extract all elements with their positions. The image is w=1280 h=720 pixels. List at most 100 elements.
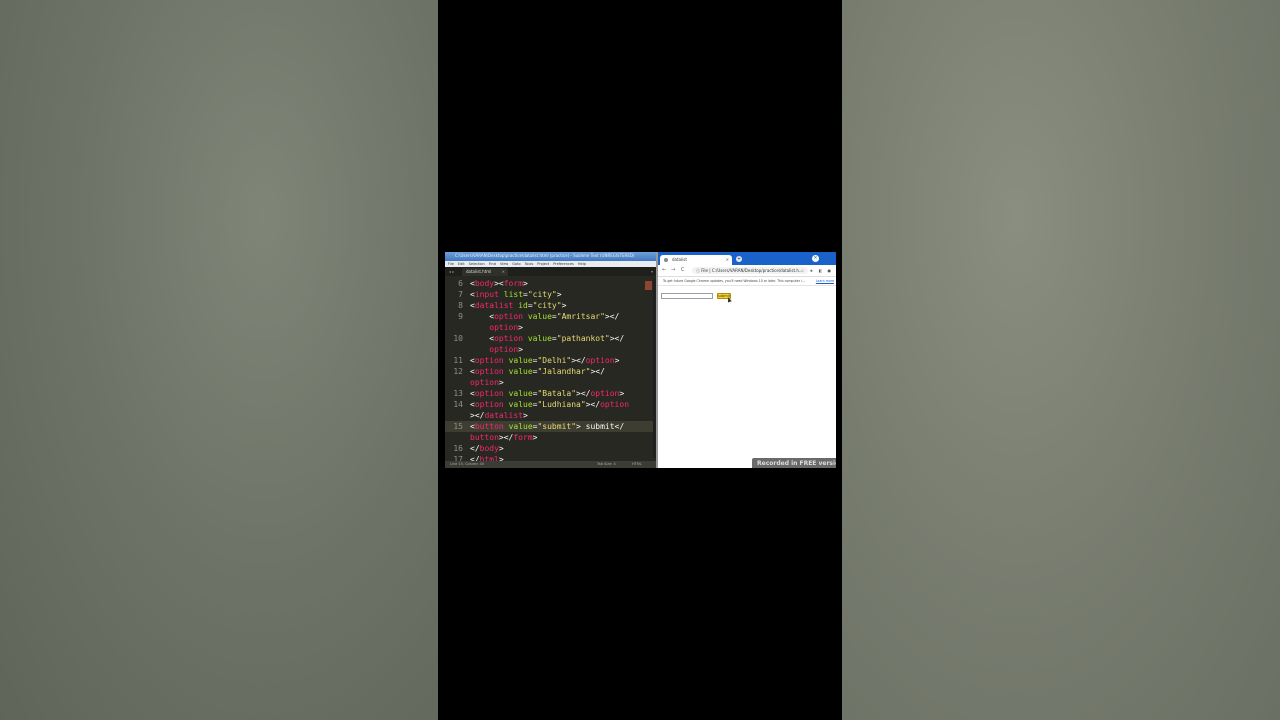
new-tab-icon[interactable]: + — [736, 256, 742, 262]
back-icon[interactable]: ← — [662, 267, 666, 274]
blurred-background-left — [0, 0, 438, 720]
line-number: 14 — [453, 400, 463, 409]
tab-nav-arrows-icon[interactable]: ◂ ▸ — [449, 269, 454, 274]
tab-close-icon[interactable]: × — [502, 269, 505, 275]
code-token: form — [513, 433, 533, 442]
code-token: option — [474, 356, 504, 365]
code-area[interactable]: 6 <body><form> 7 <input list="city"> 8 <datal… — [445, 278, 656, 464]
code-line[interactable]: 7 <input list="city"> — [445, 289, 656, 300]
line-code: <body><form> — [470, 278, 528, 289]
code-token: > — [556, 290, 562, 299]
tab-label: datalist.html — [466, 269, 492, 274]
line-code: <input list="city"> — [470, 289, 562, 300]
code-token: body — [479, 444, 499, 453]
code-token: option — [474, 400, 504, 409]
code-line[interactable]: option> — [445, 322, 656, 333]
code-token: "Batala" — [537, 389, 577, 398]
infobar-text: To get future Google Chrome updates, you… — [663, 279, 805, 283]
code-token: ></ — [585, 400, 601, 409]
browser-window: datalist × + × ← → C ⓘ File | C:/Users/V… — [658, 252, 836, 468]
code-token: value — [508, 389, 533, 398]
line-code: button></form> — [470, 432, 537, 443]
line-code: </body> — [470, 443, 504, 454]
status-syntax[interactable]: HTML — [632, 462, 642, 466]
code-line[interactable]: 6 <body><form> — [445, 278, 656, 289]
status-tab-size[interactable]: Tab Size: 4 — [597, 462, 616, 466]
city-datalist-input[interactable] — [661, 293, 713, 299]
line-number: 11 — [453, 356, 463, 365]
code-token: body — [474, 279, 495, 288]
code-token: > — [518, 345, 523, 354]
code-token: value — [508, 367, 533, 376]
code-token: ></ — [571, 356, 586, 365]
code-token: "city" — [532, 301, 562, 310]
tab-datalist-html[interactable]: datalist.html × — [462, 268, 508, 276]
code-line[interactable]: 14 <option value="Ludhiana"></option — [445, 399, 656, 410]
code-token: button — [470, 433, 499, 442]
code-line[interactable]: 9 <option value="Amritsar"></ — [445, 311, 656, 322]
line-number: 7 — [458, 290, 463, 299]
line-number: 9 — [458, 312, 463, 321]
code-token: > — [619, 389, 625, 398]
learn-more-link[interactable]: Learn more — [816, 278, 834, 284]
browser-tabstrip: datalist × + × — [658, 252, 836, 265]
code-token: value — [527, 312, 552, 321]
line-number: 12 — [453, 367, 463, 376]
code-token: > — [532, 433, 538, 442]
code-line[interactable]: 12 <option value="Jalandhar"></ — [445, 366, 656, 377]
code-token: ></ — [604, 312, 620, 321]
code-token: < — [470, 334, 495, 343]
code-line[interactable]: button></form> — [445, 432, 656, 443]
page-content: submit — [658, 286, 836, 468]
line-number: 13 — [453, 389, 463, 398]
address-bar[interactable]: ⓘ File | C:/Users/VARAN/Desktop/practice… — [692, 267, 808, 274]
code-token: ></ — [609, 334, 625, 343]
code-token: option — [474, 367, 504, 376]
code-line[interactable]: option> — [445, 344, 656, 355]
reload-icon[interactable]: C — [681, 267, 685, 274]
toolbar-icons[interactable]: ☆ ★ ◧ ● — [801, 267, 833, 274]
code-token: > submit</ — [576, 422, 625, 431]
blurred-background-right — [842, 0, 1280, 720]
code-token: ></ — [590, 367, 605, 376]
code-line[interactable]: option> — [445, 377, 656, 388]
tab-menu-icon[interactable]: ▾ — [651, 269, 653, 274]
editor-statusbar: Line 15, Column 40 Tab Size: 4 HTML — [445, 461, 656, 468]
update-infobar: To get future Google Chrome updates, you… — [658, 277, 836, 286]
forward-icon[interactable]: → — [671, 267, 675, 274]
code-token: > — [498, 444, 504, 453]
code-line[interactable]: ></datalist> — [445, 410, 656, 421]
code-line[interactable]: 16 </body> — [445, 443, 656, 454]
code-token: value — [508, 422, 533, 431]
code-token: value — [527, 334, 552, 343]
line-number: 8 — [458, 301, 463, 310]
code-line[interactable]: 8 <datalist id="city"> — [445, 300, 656, 311]
code-token: option — [600, 400, 630, 409]
code-line[interactable]: 13 <option value="Batala"></option> — [445, 388, 656, 399]
code-token: > — [523, 411, 528, 420]
code-line[interactable]: 15 <button value="submit"> submit</ — [445, 421, 656, 432]
code-token: option — [590, 389, 620, 398]
globe-icon — [664, 258, 668, 262]
code-token: option — [585, 356, 615, 365]
line-code: <option value="Amritsar"></ — [470, 311, 619, 322]
line-code: <datalist id="city"> — [470, 300, 566, 311]
tab-close-icon[interactable]: × — [726, 256, 729, 264]
code-token: ></ — [576, 389, 591, 398]
code-token: > — [498, 378, 504, 387]
code-token: datalist — [474, 301, 514, 310]
line-code: <button value="submit"> submit</ — [470, 421, 624, 432]
code-line[interactable]: 10 <option value="pathankot"></ — [445, 333, 656, 344]
editor-title: C:\Users\VARAN\Desktop\practice\datalist… — [455, 253, 635, 258]
browser-tab-datalist[interactable]: datalist × — [660, 255, 732, 265]
code-token: "Amritsar" — [556, 312, 605, 321]
line-number: 15 — [453, 422, 463, 431]
code-token: > — [518, 323, 523, 332]
code-line[interactable]: 11 <option value="Delhi"></option> — [445, 355, 656, 366]
window-close-icon[interactable]: × — [812, 255, 819, 262]
code-token: "Ludhiana" — [537, 400, 586, 409]
code-token: option — [494, 334, 523, 343]
line-number: 6 — [458, 279, 463, 288]
line-code: ></datalist> — [470, 410, 528, 421]
